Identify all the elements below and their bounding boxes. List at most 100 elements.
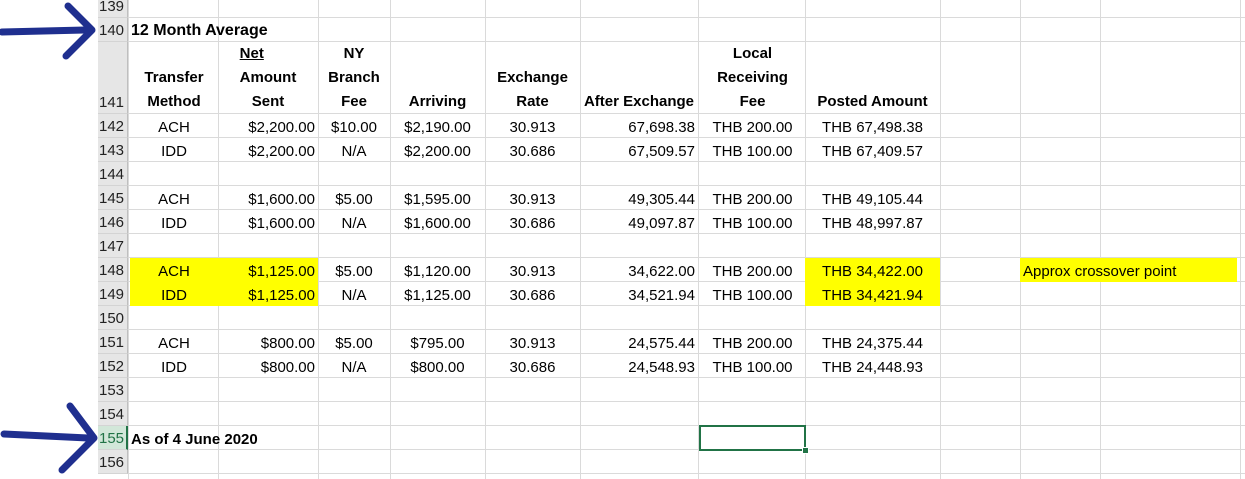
cell-arriving[interactable]: $2,200.00 <box>390 138 485 162</box>
cell-sent[interactable]: $1,600.00 <box>218 186 318 210</box>
cell-local_fee[interactable]: THB 200.00 <box>700 114 805 138</box>
cell-after[interactable]: 34,521.94 <box>580 282 698 306</box>
row-header-153[interactable]: 153 <box>98 378 128 402</box>
cell-rate[interactable]: 30.686 <box>485 282 580 306</box>
cell-after[interactable]: 24,548.93 <box>580 354 698 378</box>
row-header-139[interactable]: 139 <box>98 0 128 18</box>
row-header-152[interactable]: 152 <box>98 354 128 378</box>
cell-arriving[interactable]: $2,190.00 <box>390 114 485 138</box>
cell-local_fee[interactable]: THB 200.00 <box>700 258 805 282</box>
row-header-155[interactable]: 155 <box>98 426 128 450</box>
as-of-date[interactable]: As of 4 June 2020 <box>128 426 428 450</box>
cell-rate[interactable]: 30.686 <box>485 210 580 234</box>
header-line: Fee <box>739 93 766 110</box>
cell-local_fee[interactable]: THB 100.00 <box>700 138 805 162</box>
cell-local_fee[interactable]: THB 100.00 <box>700 210 805 234</box>
fill-handle[interactable] <box>802 447 809 454</box>
cell-rate[interactable]: 30.913 <box>485 330 580 354</box>
header-local-receiving-fee[interactable]: Local Receiving Fee <box>700 40 805 114</box>
cell-arriving[interactable]: $1,600.00 <box>390 210 485 234</box>
row-header-151[interactable]: 151 <box>98 330 128 354</box>
cell-posted[interactable]: THB 67,498.38 <box>805 114 940 138</box>
header-ny-branch-fee[interactable]: NY Branch Fee <box>318 40 390 114</box>
header-arriving[interactable]: Arriving <box>390 90 485 114</box>
cell-method[interactable]: ACH <box>130 186 218 210</box>
header-after-exchange[interactable]: After Exchange <box>580 90 698 114</box>
cell-arriving[interactable]: $1,125.00 <box>390 282 485 306</box>
cell-rate[interactable]: 30.913 <box>485 258 580 282</box>
cell-fee[interactable]: $10.00 <box>318 114 390 138</box>
cell-posted[interactable]: THB 49,105.44 <box>805 186 940 210</box>
row-header-147[interactable]: 147 <box>98 234 128 258</box>
cell-method[interactable]: ACH <box>130 114 218 138</box>
header-posted-amount[interactable]: Posted Amount <box>805 90 940 114</box>
crossover-note[interactable]: Approx crossover point <box>1020 258 1237 282</box>
cell-method[interactable]: ACH <box>130 330 218 354</box>
cell-local_fee[interactable]: THB 100.00 <box>700 282 805 306</box>
cell-fee[interactable]: N/A <box>318 282 390 306</box>
cell-arriving[interactable]: $795.00 <box>390 330 485 354</box>
cell-local_fee[interactable]: THB 200.00 <box>700 330 805 354</box>
cell-local_fee[interactable]: THB 200.00 <box>700 186 805 210</box>
row-header-154[interactable]: 154 <box>98 402 128 426</box>
row-header-156[interactable]: 156 <box>98 450 128 474</box>
cell-rate[interactable]: 30.913 <box>485 186 580 210</box>
row-header-144[interactable]: 144 <box>98 162 128 186</box>
cell-rate[interactable]: 30.686 <box>485 354 580 378</box>
cell-after[interactable]: 24,575.44 <box>580 330 698 354</box>
cell-sent[interactable]: $1,125.00 <box>218 282 318 306</box>
cell-arriving[interactable]: $800.00 <box>390 354 485 378</box>
cell-arriving[interactable]: $1,120.00 <box>390 258 485 282</box>
row-header-142[interactable]: 142 <box>98 114 128 138</box>
row-header-140[interactable]: 140 <box>98 18 128 42</box>
section-title[interactable]: 12 Month Average <box>128 18 428 42</box>
cell-posted[interactable]: THB 34,421.94 <box>805 282 940 306</box>
row-header-141[interactable]: 141 <box>98 42 128 114</box>
cell-sent[interactable]: $2,200.00 <box>218 138 318 162</box>
row-header-145[interactable]: 145 <box>98 186 128 210</box>
cell-rate[interactable]: 30.913 <box>485 114 580 138</box>
cell-fee[interactable]: N/A <box>318 354 390 378</box>
cell-after[interactable]: 34,622.00 <box>580 258 698 282</box>
header-transfer-method[interactable]: Transfer Method <box>130 64 218 114</box>
cell-fee[interactable]: N/A <box>318 138 390 162</box>
row-header-146[interactable]: 146 <box>98 210 128 234</box>
cell-arriving[interactable]: $1,595.00 <box>390 186 485 210</box>
cell-after[interactable]: 67,509.57 <box>580 138 698 162</box>
cell-posted[interactable]: THB 24,375.44 <box>805 330 940 354</box>
row-header-148[interactable]: 148 <box>98 258 128 282</box>
header-line: Method <box>147 93 201 110</box>
cell-sent[interactable]: $2,200.00 <box>218 114 318 138</box>
cell-fee[interactable]: $5.00 <box>318 258 390 282</box>
cell-after[interactable]: 67,698.38 <box>580 114 698 138</box>
cell-sent[interactable]: $800.00 <box>218 330 318 354</box>
cell-sent[interactable]: $800.00 <box>218 354 318 378</box>
cell-after[interactable]: 49,305.44 <box>580 186 698 210</box>
cell-posted[interactable]: THB 67,409.57 <box>805 138 940 162</box>
row-header-150[interactable]: 150 <box>98 306 128 330</box>
row-header-143[interactable]: 143 <box>98 138 128 162</box>
cell-method[interactable]: IDD <box>130 138 218 162</box>
cell-method[interactable]: IDD <box>130 282 218 306</box>
cell-sent[interactable]: $1,125.00 <box>218 258 318 282</box>
cell-fee[interactable]: $5.00 <box>318 186 390 210</box>
cell-posted[interactable]: THB 48,997.87 <box>805 210 940 234</box>
cell-fee[interactable]: N/A <box>318 210 390 234</box>
cell-sent[interactable]: $1,600.00 <box>218 210 318 234</box>
spreadsheet: 139 140 141 142 143 144 145 146 147 148 149 150 151 1… <box>0 0 1245 479</box>
cell-method[interactable]: IDD <box>130 354 218 378</box>
header-line: Exchange <box>497 69 568 86</box>
cell-posted[interactable]: THB 34,422.00 <box>805 258 940 282</box>
cell-local_fee[interactable]: THB 100.00 <box>700 354 805 378</box>
cell-fee[interactable]: $5.00 <box>318 330 390 354</box>
header-net-amount-sent[interactable]: Net Amount Sent <box>218 45 318 114</box>
header-exchange-rate[interactable]: Exchange Rate <box>485 64 580 114</box>
row-header-149[interactable]: 149 <box>98 282 128 306</box>
cell-method[interactable]: ACH <box>130 258 218 282</box>
cell-method[interactable]: IDD <box>130 210 218 234</box>
cell-rate[interactable]: 30.686 <box>485 138 580 162</box>
cell-after[interactable]: 49,097.87 <box>580 210 698 234</box>
selected-cell[interactable] <box>699 425 806 451</box>
cell-posted[interactable]: THB 24,448.93 <box>805 354 940 378</box>
header-net-underlined: Net <box>239 45 264 62</box>
